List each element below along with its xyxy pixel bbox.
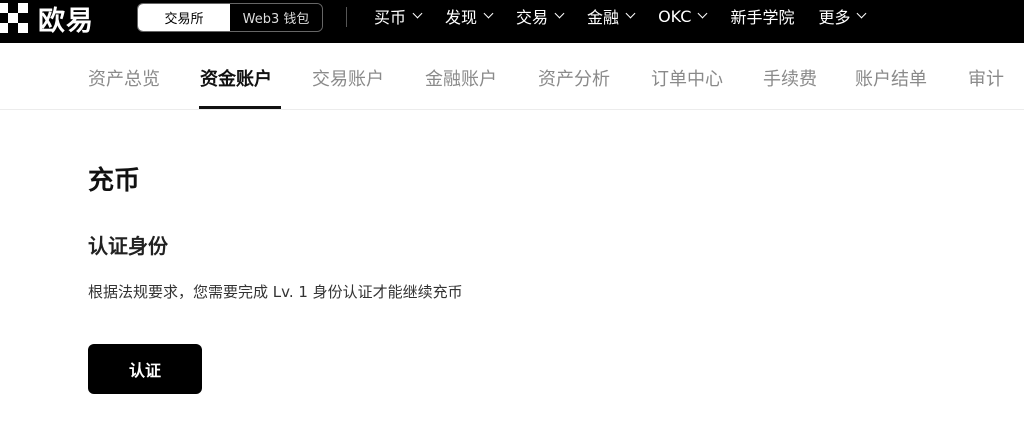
tab-audit[interactable]: 审计 bbox=[968, 65, 1004, 91]
nav-item-buy-crypto[interactable]: 买币 bbox=[374, 4, 423, 28]
nav-label: 交易 bbox=[516, 8, 549, 27]
chevron-down-icon bbox=[554, 8, 565, 19]
nav-label: OKC bbox=[658, 6, 692, 26]
chevron-down-icon bbox=[483, 8, 494, 19]
mode-switch: 交易所 Web3 钱包 bbox=[137, 3, 323, 32]
top-bar: 欧易 交易所 Web3 钱包 买币 发现 交易 金融 OKC 新手学院 更多 bbox=[0, 0, 1024, 43]
chevron-down-icon bbox=[698, 8, 708, 19]
nav-item-discover[interactable]: 发现 bbox=[445, 4, 494, 28]
active-tab-indicator bbox=[199, 106, 281, 109]
verification-notice: 根据法规要求，您需要完成 Lv. 1 身份认证才能继续充币 bbox=[88, 283, 463, 301]
chevron-down-icon bbox=[625, 8, 636, 19]
account-tabs: 资产总览 资金账户 交易账户 金融账户 资产分析 订单中心 手续费 账户结单 审… bbox=[0, 44, 1024, 110]
tab-order-center[interactable]: 订单中心 bbox=[651, 65, 723, 91]
nav-item-finance[interactable]: 金融 bbox=[587, 4, 636, 28]
nav-item-okc[interactable]: OKC bbox=[658, 6, 708, 26]
main-nav: 买币 发现 交易 金融 OKC 新手学院 更多 bbox=[374, 0, 889, 32]
tab-funding-account[interactable]: 资金账户 bbox=[200, 65, 272, 91]
mode-exchange-button[interactable]: 交易所 bbox=[138, 4, 230, 31]
logo-text: 欧易 bbox=[38, 5, 94, 37]
nav-divider bbox=[346, 7, 347, 27]
section-title: 认证身份 bbox=[88, 234, 168, 258]
page-title: 充币 bbox=[88, 166, 141, 196]
verify-button[interactable]: 认证 bbox=[88, 344, 202, 394]
nav-item-trade[interactable]: 交易 bbox=[516, 4, 565, 28]
tab-asset-analysis[interactable]: 资产分析 bbox=[538, 65, 610, 91]
chevron-down-icon bbox=[412, 8, 423, 19]
nav-label: 金融 bbox=[587, 8, 620, 27]
tab-fees[interactable]: 手续费 bbox=[763, 65, 817, 91]
okx-logo[interactable]: 欧易 bbox=[0, 2, 94, 37]
nav-item-academy[interactable]: 新手学院 bbox=[730, 4, 794, 28]
nav-item-more[interactable]: 更多 bbox=[818, 4, 867, 28]
tab-trading-account[interactable]: 交易账户 bbox=[312, 65, 384, 91]
chevron-down-icon bbox=[857, 8, 867, 19]
tab-asset-overview[interactable]: 资产总览 bbox=[88, 65, 160, 91]
tab-finance-account[interactable]: 金融账户 bbox=[425, 65, 497, 91]
okx-logo-icon bbox=[0, 3, 28, 33]
tab-account-statement[interactable]: 账户结单 bbox=[855, 65, 927, 91]
nav-label: 买币 bbox=[374, 8, 407, 27]
nav-label: 发现 bbox=[445, 8, 478, 27]
mode-web3-wallet-button[interactable]: Web3 钱包 bbox=[230, 4, 322, 31]
nav-label: 新手学院 bbox=[730, 8, 795, 27]
nav-label: 更多 bbox=[818, 8, 851, 27]
